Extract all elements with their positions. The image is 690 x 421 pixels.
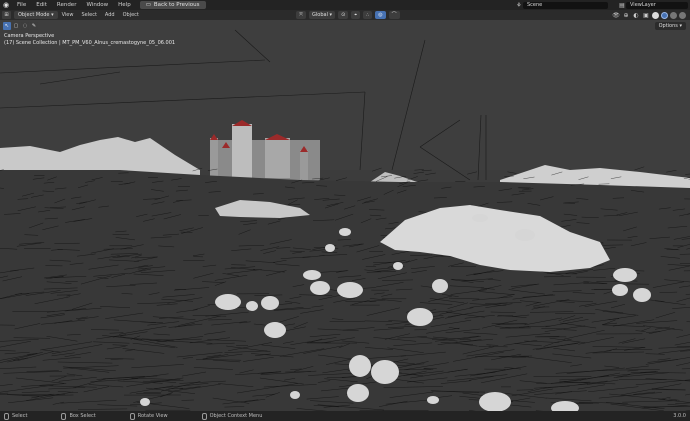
select-lasso-icon[interactable]: ✎ [30, 22, 38, 30]
options-label: Options [658, 23, 678, 29]
viewport-header: ⊞ Object Mode ▾ View Select Add Object ⤧… [0, 10, 690, 20]
scene-selector[interactable]: Scene [523, 1, 608, 9]
proportional-edit-icon[interactable]: ◎ [375, 11, 386, 19]
select-box-icon[interactable]: ▢ [12, 22, 20, 30]
xray-icon[interactable]: ▣ [642, 12, 650, 19]
overlay-icon[interactable]: ◐ [632, 12, 640, 19]
select-tool-icon[interactable]: ↖ [3, 22, 11, 30]
scene-icon: ⚘ [516, 1, 522, 9]
menu-view[interactable]: View [58, 10, 78, 20]
falloff-icon[interactable]: ⌒ [388, 11, 400, 19]
blender-logo-icon[interactable]: ◉ [0, 0, 12, 10]
scene-render [0, 20, 690, 411]
snap-target-icon[interactable]: ∴ [363, 11, 373, 19]
transform-tools: ⤧ Global ▾ ⊙ ⌖ ∴ ◎ ⌒ [296, 11, 400, 19]
top-right-area: ⚘ Scene ▤ ViewLayer [515, 0, 690, 10]
status-rotate-view: Rotate View [129, 412, 168, 420]
back-to-previous-label: Back to Previous [153, 2, 200, 8]
solid-shading-icon[interactable] [661, 11, 668, 19]
select-circle-icon[interactable]: ◌ [21, 22, 29, 30]
screen-icon: ▭ [145, 2, 151, 8]
orientation-icon[interactable]: ⤧ [296, 11, 307, 19]
status-bar: Select Box Select Rotate View Object Con… [0, 411, 690, 421]
menu-edit[interactable]: Edit [31, 0, 52, 10]
status-context-label: Object Context Menu [209, 413, 263, 419]
gizmo-icon[interactable]: ⊕ [622, 12, 630, 19]
status-select-label: Select [12, 413, 28, 419]
top-bar: ◉ File Edit Render Window Help ▭ Back to… [0, 0, 690, 10]
status-select: Select [4, 412, 28, 420]
menu-help[interactable]: Help [113, 0, 136, 10]
mouse-drag-icon [61, 412, 67, 420]
shading-tools: 👁 ⊕ ◐ ▣ [612, 11, 686, 19]
view-layer-name: ViewLayer [630, 1, 656, 8]
snap-icon[interactable]: ⌖ [351, 11, 361, 19]
view-layer-icon: ▤ [619, 1, 625, 9]
view-layer-selector[interactable]: ViewLayer [626, 1, 688, 9]
orientation-label: Global [312, 12, 328, 18]
options-button[interactable]: Options ▾ [654, 22, 686, 30]
status-box-select-label: Box Select [69, 413, 96, 419]
mode-label: Object Mode [18, 12, 50, 18]
visibility-icon[interactable]: 👁 [612, 12, 620, 19]
menu-select[interactable]: Select [77, 10, 100, 20]
orientation-dropdown[interactable]: Global ▾ [309, 11, 336, 19]
editor-type-icon[interactable]: ⊞ [2, 11, 11, 19]
status-box-select: Box Select [61, 412, 96, 420]
mouse-middle-icon [129, 412, 135, 420]
scene-name: Scene [527, 1, 543, 8]
rendered-shading-icon[interactable] [679, 11, 686, 19]
menu-add[interactable]: Add [101, 10, 119, 20]
mouse-right-icon [201, 412, 207, 420]
mouse-left-icon [4, 412, 9, 420]
viewport-toolbar: ↖ ▢ ◌ ✎ [3, 22, 38, 30]
camera-perspective-label: Camera Perspective [4, 33, 55, 39]
status-context-menu: Object Context Menu [201, 412, 263, 420]
scene-collection-label: (17) Scene Collection | MT_PM_V60_Alnus_… [4, 40, 176, 46]
version-label: 3.0.0 [673, 413, 686, 419]
menu-render[interactable]: Render [52, 0, 82, 10]
back-to-previous-button[interactable]: ▭ Back to Previous [139, 1, 206, 9]
3d-viewport[interactable] [0, 20, 690, 411]
mode-dropdown[interactable]: Object Mode ▾ [14, 11, 58, 19]
menu-window[interactable]: Window [81, 0, 113, 10]
status-rotate-label: Rotate View [137, 413, 168, 419]
wireframe-shading-icon[interactable] [652, 11, 659, 19]
menu-file[interactable]: File [12, 0, 31, 10]
pivot-icon[interactable]: ⊙ [338, 11, 349, 19]
menu-object[interactable]: Object [119, 10, 143, 20]
material-shading-icon[interactable] [670, 11, 677, 19]
